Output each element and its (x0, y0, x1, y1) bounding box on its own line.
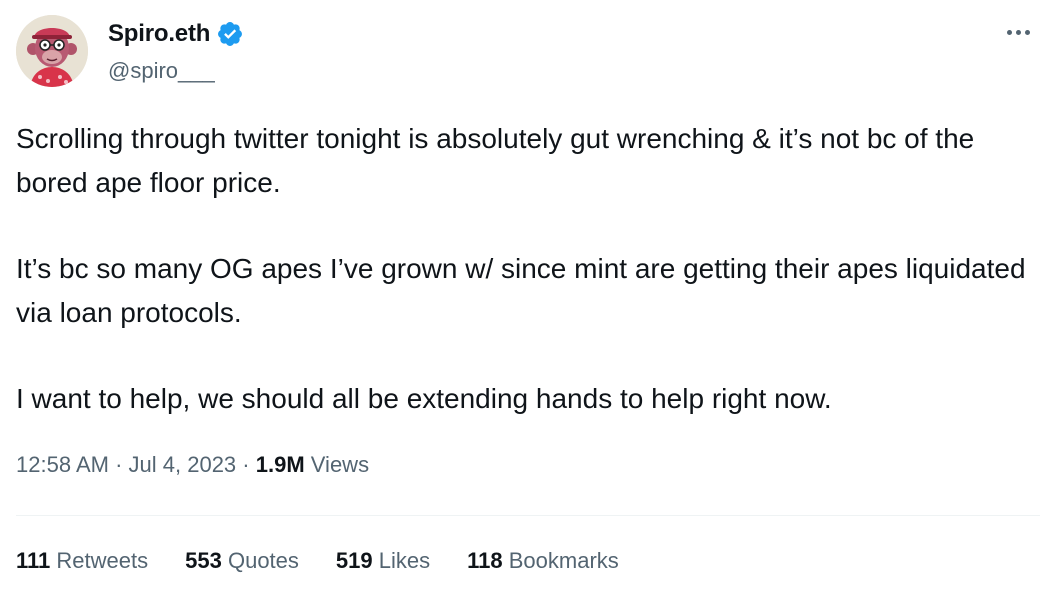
tweet-card: Spiro.eth @spiro___ Scrolling through tw… (0, 0, 1056, 600)
meta-separator: · (242, 452, 256, 477)
tweet-time[interactable]: 12:58 AM (16, 452, 109, 477)
more-dot (1006, 29, 1012, 35)
author-handle[interactable]: @spiro___ (108, 58, 215, 84)
author-name-row[interactable]: Spiro.eth (108, 18, 244, 50)
tweet-paragraph: It’s bc so many OG apes I’ve grown w/ si… (16, 253, 1026, 328)
stat-quotes[interactable]: 553 Quotes (185, 548, 299, 574)
stat-count: 519 (335, 548, 373, 573)
tweet-text: Scrolling through twitter tonight is abs… (16, 117, 1036, 421)
stat-label: Bookmarks (508, 548, 619, 573)
bored-ape-avatar-icon (16, 15, 88, 87)
more-dot (1015, 29, 1021, 35)
tweet-paragraph: Scrolling through twitter tonight is abs… (16, 123, 975, 198)
views-count[interactable]: 1.9M (256, 452, 311, 477)
stat-count: 111 (16, 548, 51, 573)
engagement-stats: 111 Retweets 553 Quotes 519 Likes 118 Bo… (16, 548, 656, 574)
stat-count: 118 (467, 548, 503, 573)
avatar[interactable] (16, 15, 88, 87)
stat-retweets[interactable]: 111 Retweets (16, 548, 148, 574)
stat-label: Retweets (56, 548, 149, 573)
stat-bookmarks[interactable]: 118 Bookmarks (467, 548, 619, 574)
stat-label: Quotes (227, 548, 299, 573)
author-display-name[interactable]: Spiro.eth (108, 20, 210, 48)
more-dot (1024, 29, 1030, 35)
stat-label: Likes (378, 548, 431, 573)
meta-separator: · (115, 452, 129, 477)
tweet-date[interactable]: Jul 4, 2023 (129, 452, 237, 477)
verified-badge-icon (216, 20, 244, 48)
divider (16, 515, 1040, 516)
stat-count: 553 (185, 548, 222, 573)
more-horizontal-icon[interactable] (1002, 18, 1034, 46)
stat-likes[interactable]: 519 Likes (336, 548, 430, 574)
tweet-paragraph: I want to help, we should all be extendi… (16, 383, 832, 414)
tweet-metadata: 12:58 AM · Jul 4, 2023 · 1.9M Views (16, 452, 369, 478)
views-label[interactable]: Views (311, 452, 369, 477)
